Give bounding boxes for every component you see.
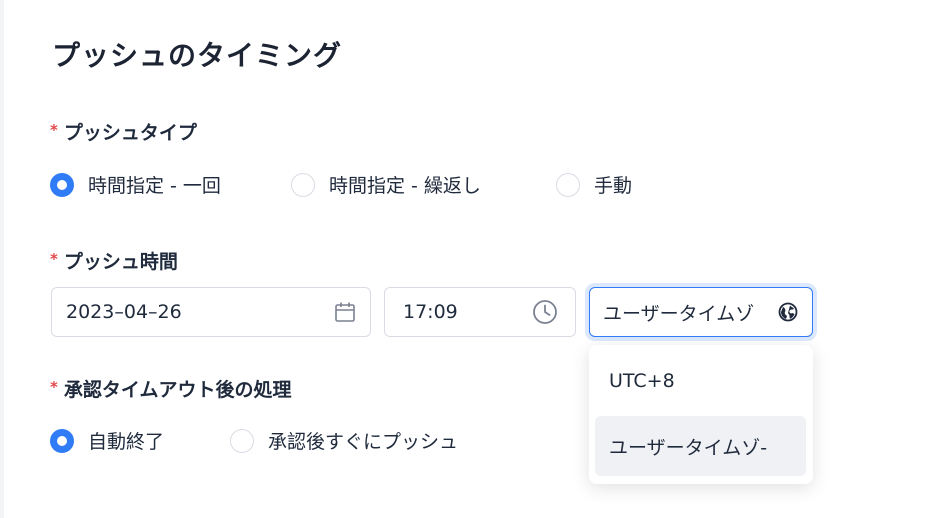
required-mark: * bbox=[50, 121, 58, 139]
timezone-select[interactable]: ユーザータイムゾ bbox=[589, 287, 813, 337]
globe-icon[interactable] bbox=[778, 302, 798, 326]
radio-push-type-repeat[interactable]: 時間指定 - 繰返し bbox=[291, 171, 556, 198]
radio-label: 時間指定 - 繰返し bbox=[329, 175, 481, 197]
radio-push-type-once[interactable]: 時間指定 - 一回 bbox=[50, 171, 291, 198]
radio-circle-checked[interactable] bbox=[50, 428, 74, 453]
dropdown-option-utc8[interactable]: UTC+8 bbox=[595, 351, 806, 411]
timezone-value: ユーザータイムゾ bbox=[603, 302, 755, 325]
radio-push-type-manual[interactable]: 手動 bbox=[556, 171, 632, 198]
radio-circle-checked[interactable] bbox=[50, 172, 74, 197]
date-input[interactable]: 2023–04–26 bbox=[51, 287, 371, 337]
date-value: 2023–04–26 bbox=[66, 301, 182, 323]
radio-label: 承認後すぐにプッシュ bbox=[268, 431, 459, 453]
radio-label: 自動終了 bbox=[88, 431, 165, 453]
clock-icon[interactable] bbox=[532, 299, 558, 329]
page-title: プッシュのタイミング bbox=[52, 39, 343, 72]
push-time-label-text: プッシュ時間 bbox=[63, 251, 178, 273]
radio-circle[interactable] bbox=[230, 428, 254, 453]
required-mark: * bbox=[50, 250, 58, 268]
push-type-label: * プッシュタイプ bbox=[50, 118, 197, 145]
calendar-icon[interactable] bbox=[334, 301, 356, 327]
time-value: 17:09 bbox=[403, 301, 458, 323]
time-input[interactable]: 17:09 bbox=[384, 287, 576, 337]
radio-circle[interactable] bbox=[291, 172, 315, 197]
radio-label: 時間指定 - 一回 bbox=[88, 175, 221, 197]
panel-edge bbox=[0, 0, 4, 518]
push-type-radio-group: 時間指定 - 一回 時間指定 - 繰返し 手動 bbox=[50, 171, 632, 198]
radio-timeout-push-after-approval[interactable]: 承認後すぐにプッシュ bbox=[230, 427, 458, 454]
timeout-radio-group: 自動終了 承認後すぐにプッシュ bbox=[50, 427, 458, 454]
push-time-label: * プッシュ時間 bbox=[50, 247, 178, 274]
timezone-dropdown: UTC+8 ユーザータイムゾ- bbox=[589, 345, 813, 484]
push-type-label-text: プッシュタイプ bbox=[63, 122, 197, 144]
timeout-label-text: 承認タイムアウト後の処理 bbox=[63, 379, 292, 401]
timeout-label: * 承認タイムアウト後の処理 bbox=[50, 375, 291, 402]
dropdown-option-user-timezone[interactable]: ユーザータイムゾ- bbox=[595, 416, 806, 476]
radio-label: 手動 bbox=[594, 175, 633, 197]
radio-circle[interactable] bbox=[556, 172, 580, 197]
required-mark: * bbox=[50, 378, 58, 396]
radio-timeout-auto-end[interactable]: 自動終了 bbox=[50, 427, 230, 454]
